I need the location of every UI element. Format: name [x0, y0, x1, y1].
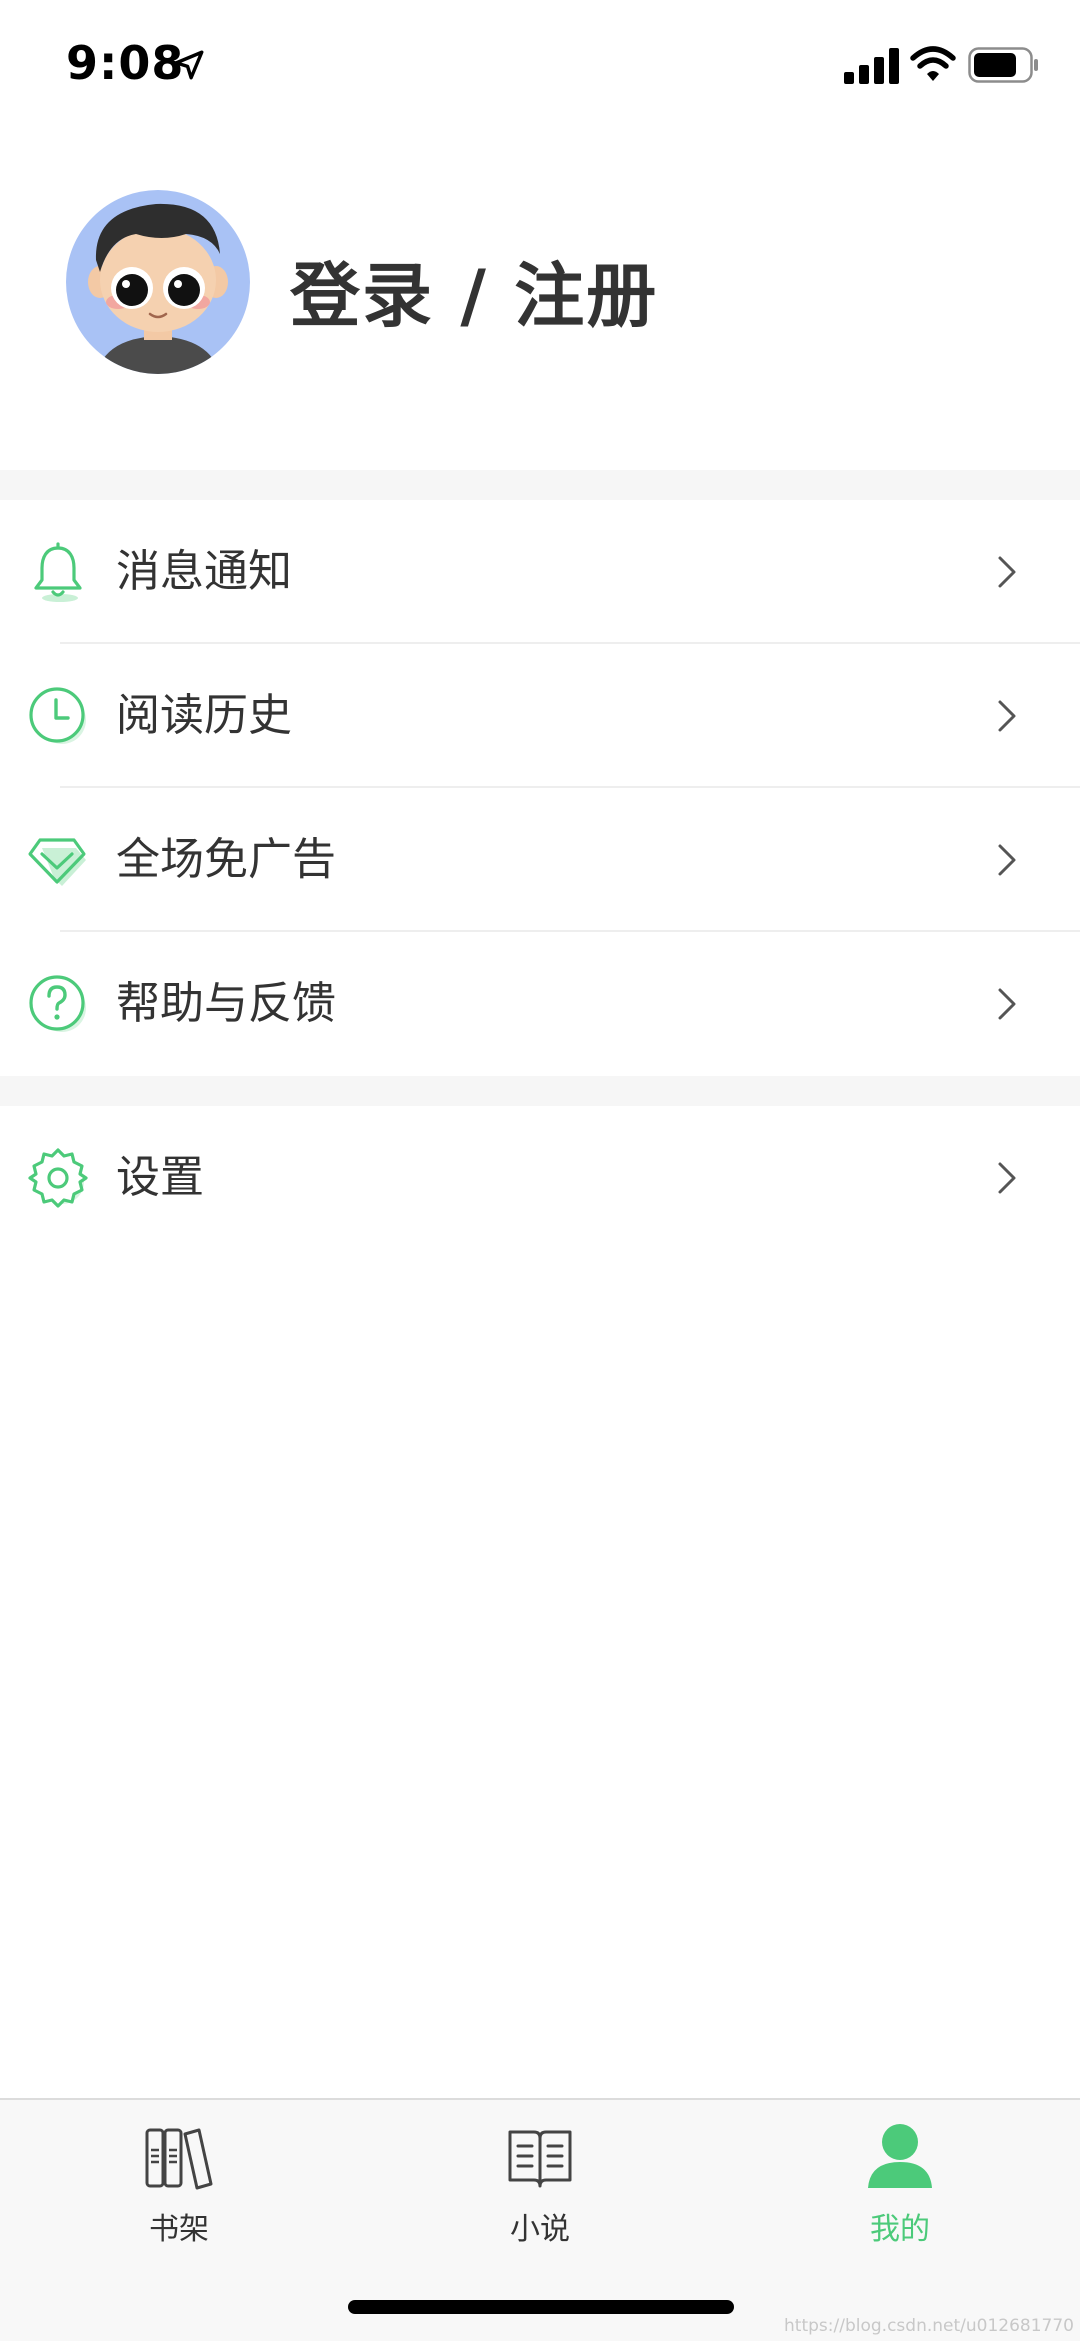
home-indicator[interactable] — [348, 2300, 734, 2314]
chevron-right-icon — [998, 556, 1016, 588]
login-register-link[interactable]: 登录 / 注册 — [290, 240, 658, 341]
avatar[interactable] — [66, 190, 250, 374]
chevron-right-icon — [998, 844, 1016, 876]
bell-icon — [34, 542, 82, 602]
cellular-signal-icon — [844, 48, 899, 84]
menu-item-settings[interactable]: 设置 — [0, 1106, 1080, 1250]
menu-list: 消息通知 阅读历史 全场免广告 帮助与反馈 — [0, 500, 1080, 1076]
status-bar: 9:08 — [0, 0, 1080, 130]
location-arrow-icon — [174, 50, 204, 80]
menu-item-help-feedback[interactable]: 帮助与反馈 — [0, 932, 1080, 1076]
chevron-right-icon — [998, 700, 1016, 732]
tab-mine[interactable]: 我的 — [800, 2120, 1000, 2270]
tab-novels[interactable]: 小说 — [440, 2120, 640, 2270]
diamond-icon — [28, 838, 86, 886]
settings-list: 设置 — [0, 1106, 1080, 1250]
tab-label: 小说 — [510, 2212, 570, 2247]
menu-item-ad-free[interactable]: 全场免广告 — [0, 788, 1080, 932]
chevron-right-icon — [998, 1162, 1016, 1194]
menu-item-label: 阅读历史 — [116, 690, 292, 741]
section-divider — [0, 1076, 1080, 1106]
bookshelf-icon — [145, 2128, 213, 2190]
menu-item-label: 帮助与反馈 — [116, 978, 336, 1029]
tab-label: 我的 — [870, 2212, 930, 2247]
wifi-icon — [910, 46, 956, 81]
menu-item-notifications[interactable]: 消息通知 — [0, 500, 1080, 644]
tab-bookshelf[interactable]: 书架 — [79, 2120, 279, 2270]
open-book-icon — [508, 2130, 572, 2188]
tab-label: 书架 — [149, 2212, 209, 2247]
profile-header[interactable]: 登录 / 注册 — [0, 130, 1080, 470]
user-icon — [868, 2124, 932, 2188]
section-divider — [0, 470, 1080, 500]
battery-icon — [968, 47, 1038, 83]
menu-item-label: 全场免广告 — [116, 834, 336, 885]
gear-icon — [28, 1148, 88, 1208]
menu-item-label: 消息通知 — [116, 546, 292, 597]
status-time: 9:08 — [66, 36, 185, 90]
watermark: https://blog.csdn.net/u012681770 — [784, 2316, 1074, 2336]
chevron-right-icon — [998, 988, 1016, 1020]
clock-icon — [29, 687, 86, 744]
menu-item-reading-history[interactable]: 阅读历史 — [0, 644, 1080, 788]
help-question-icon — [29, 975, 86, 1032]
menu-item-label: 设置 — [116, 1152, 204, 1203]
